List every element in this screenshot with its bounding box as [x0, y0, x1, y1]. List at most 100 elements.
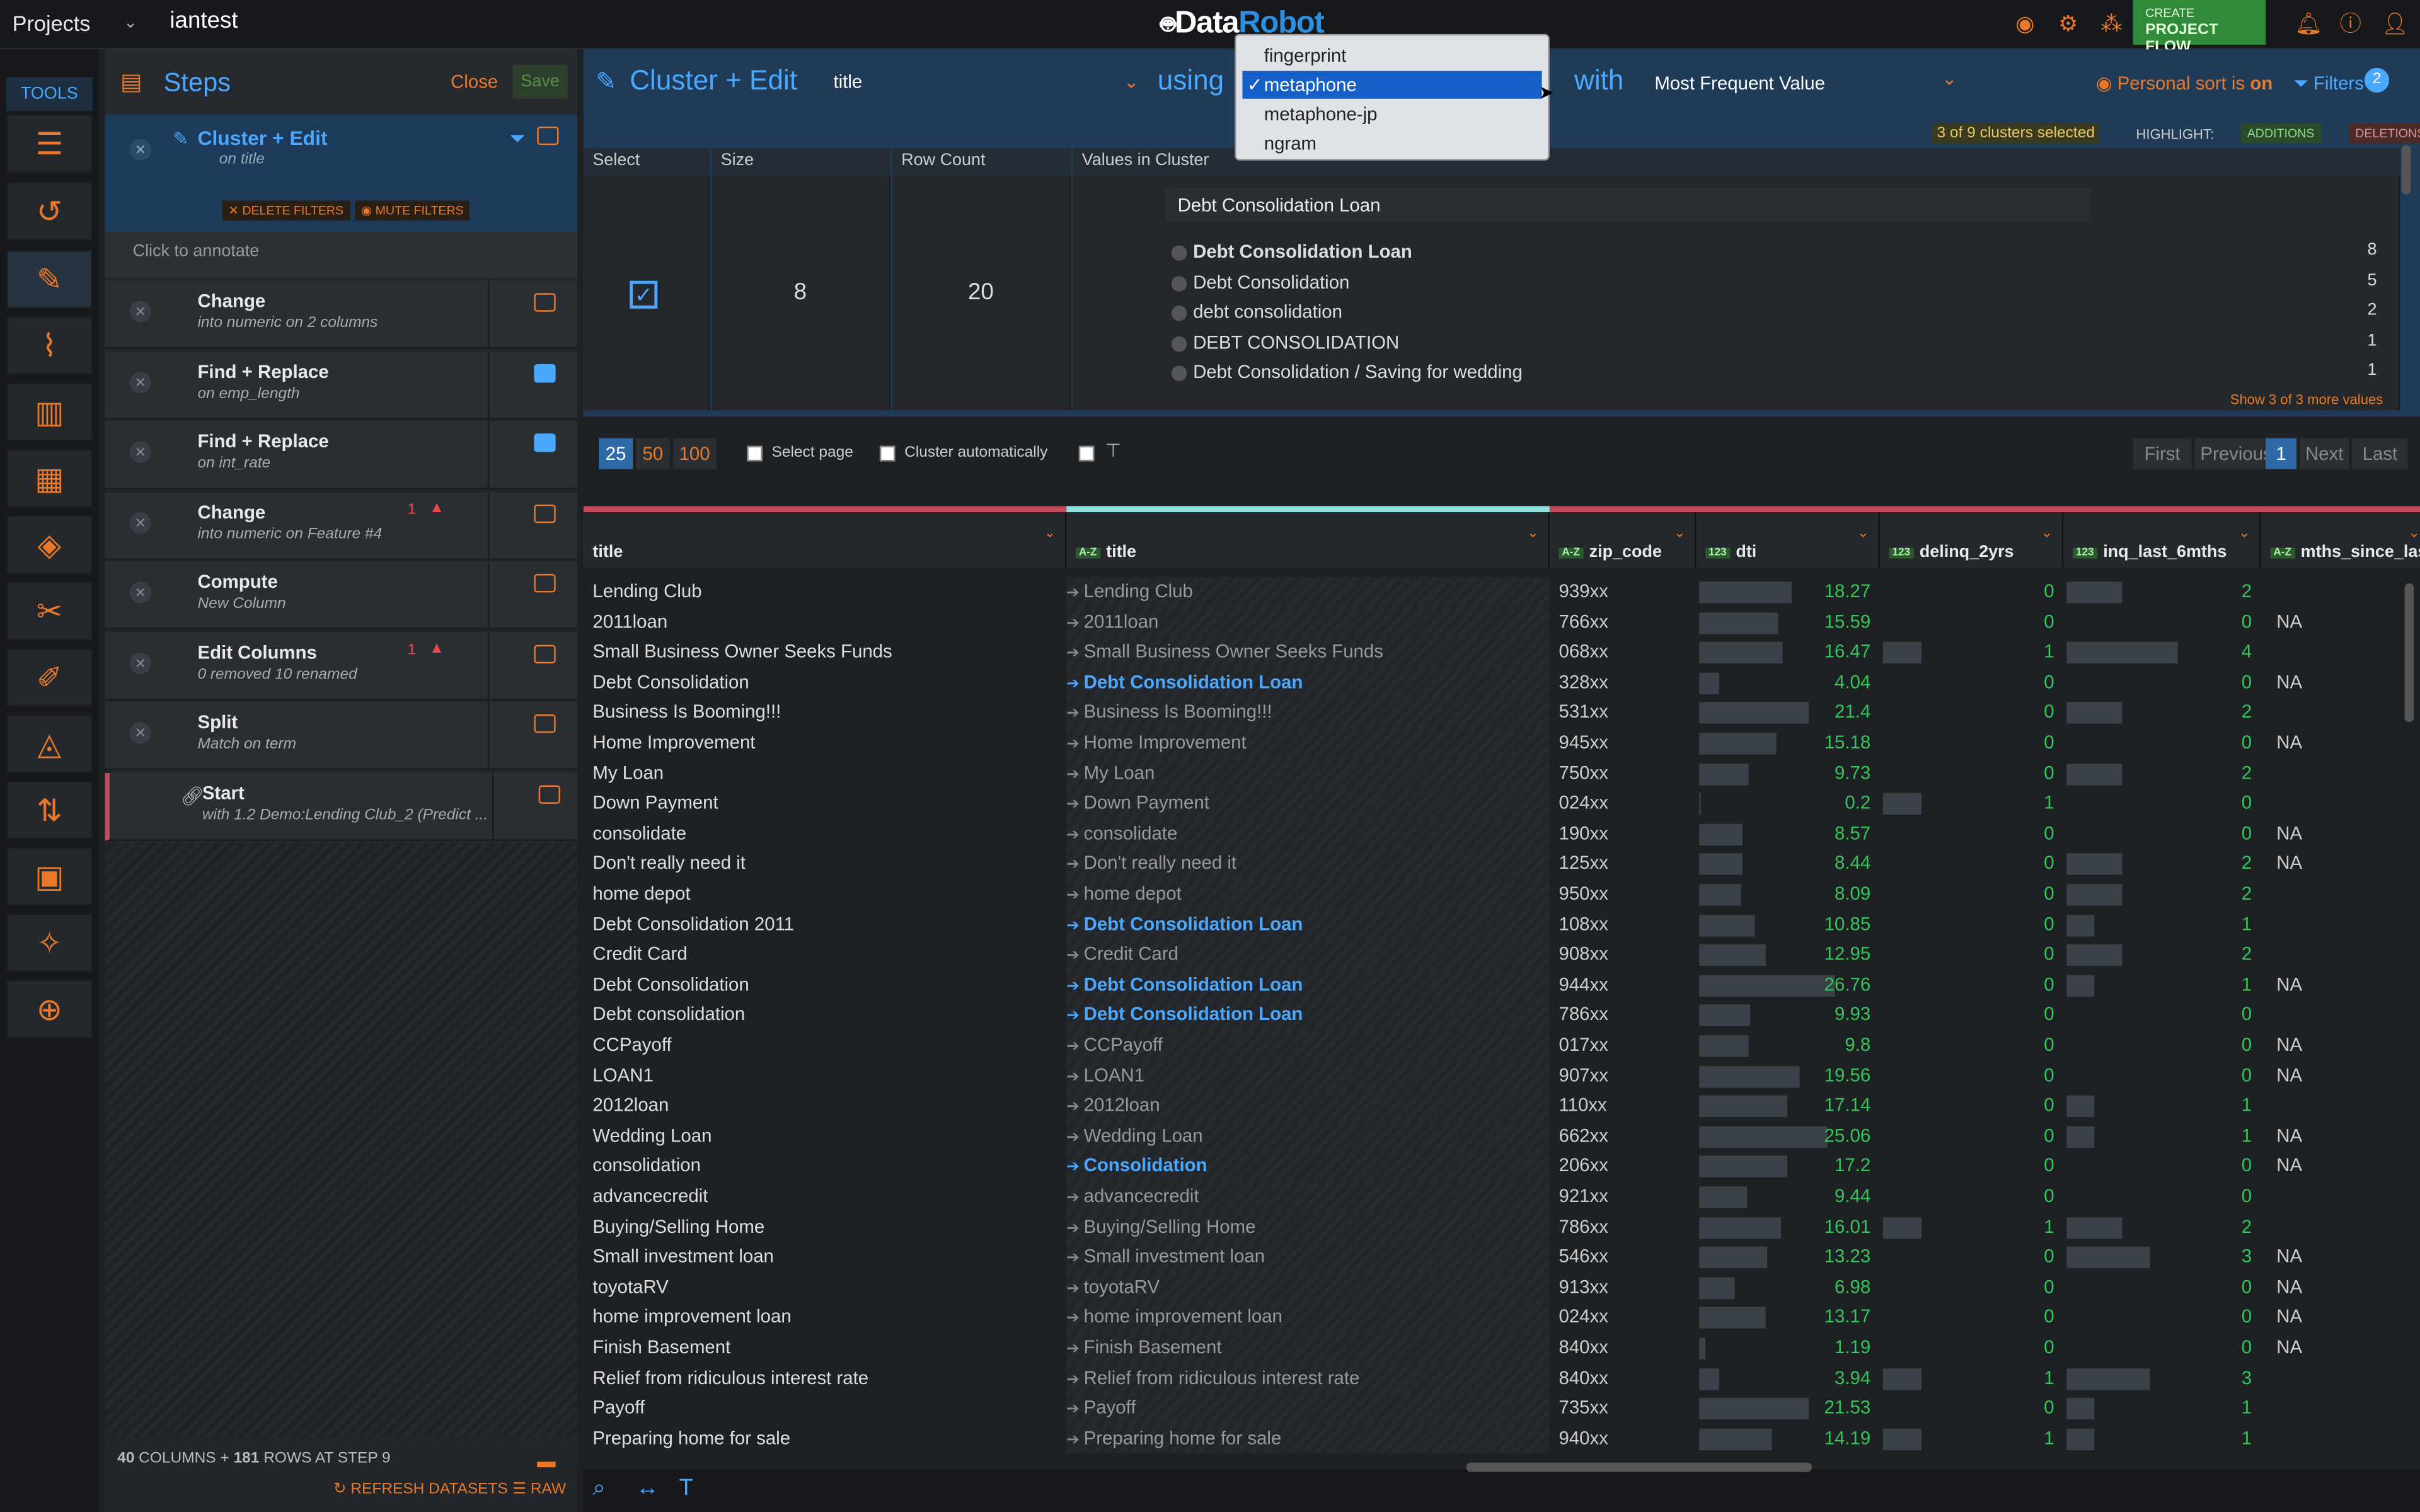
info-icon[interactable]: ⓘ	[2338, 11, 2363, 35]
table-cell[interactable]: 6.98	[1696, 1273, 1879, 1303]
gear-icon[interactable]: ⚙	[2056, 11, 2080, 35]
table-cell[interactable]: 1	[2063, 1121, 2261, 1152]
sort-icon[interactable]: ⇅	[6, 781, 93, 840]
table-cell[interactable]: 0	[1880, 1182, 2063, 1212]
page-size-25[interactable]: 25	[599, 438, 633, 469]
step-item[interactable]: ✕ Split Match on term	[105, 702, 577, 770]
annotate-field[interactable]: Click to annotate	[105, 231, 577, 278]
table-cell[interactable]: NA	[2261, 668, 2420, 698]
column-header[interactable]: A-Z zip_code ⌄	[1549, 512, 1697, 568]
table-cell[interactable]: 0	[1880, 1152, 2063, 1182]
active-step-cluster-edit[interactable]: ✕ ✎ Cluster + Edit on title ⏷ ✕ DELETE F…	[105, 114, 577, 278]
table-cell[interactable]: Finish Basement	[584, 1333, 1067, 1363]
column-header[interactable]: A-Z title ⌄	[1066, 512, 1550, 568]
table-cell[interactable]: 1	[2063, 970, 2261, 1000]
table-cell[interactable]: 0	[1880, 607, 2063, 638]
table-cell[interactable]: ➔ Consolidation	[1066, 1151, 1550, 1182]
table-cell[interactable]	[2261, 789, 2420, 819]
method-option[interactable]: ✓ metaphone	[1242, 71, 1542, 99]
refresh-datasets-button[interactable]: ↻ REFRESH DATASETS	[333, 1481, 508, 1498]
table-cell[interactable]: 0	[2063, 668, 2261, 698]
table-cell[interactable]: 1	[1880, 638, 2063, 668]
table-cell[interactable]: My Loan	[584, 759, 1067, 789]
table-cell[interactable]	[2261, 1091, 2420, 1121]
table-cell[interactable]: 328xx	[1550, 668, 1697, 698]
table-cell[interactable]: NA	[2261, 849, 2420, 879]
remove-step-icon[interactable]: ✕	[129, 511, 152, 534]
table-cell[interactable]	[2261, 759, 2420, 789]
user-icon[interactable]: 👤︎	[2382, 11, 2409, 35]
table-cell[interactable]: 0	[1880, 1273, 2063, 1303]
cluster-scrollbar[interactable]	[2401, 145, 2411, 195]
table-cell[interactable]: Home Improvement	[584, 728, 1067, 759]
table-cell[interactable]: 944xx	[1550, 970, 1697, 1000]
table-cell[interactable]: NA	[2261, 1031, 2420, 1061]
table-cell[interactable]: 17.14	[1696, 1091, 1879, 1121]
table-cell[interactable]: home improvement loan	[584, 1303, 1067, 1333]
calculator-icon[interactable]: ▦	[6, 449, 93, 508]
table-cell[interactable]: 0	[2063, 728, 2261, 759]
table-cell[interactable]: 786xx	[1550, 1212, 1697, 1242]
deletions-toggle[interactable]: DELETIONS	[2349, 123, 2420, 144]
table-cell[interactable]: consolidation	[584, 1152, 1067, 1182]
cluster-value[interactable]: DEBT CONSOLIDATION	[1193, 331, 1399, 353]
table-cell[interactable]	[2261, 1212, 2420, 1242]
steps-tool-icon[interactable]: ☰	[6, 114, 93, 173]
table-cell[interactable]: CCPayoff	[584, 1031, 1067, 1061]
step-item[interactable]: ✕ Find + Replace on emp_length	[105, 351, 577, 419]
table-cell[interactable]: NA	[2261, 1152, 2420, 1182]
cluster-value[interactable]: Debt Consolidation Loan	[1193, 241, 1412, 262]
chevron-down-icon[interactable]: ⌄	[1527, 525, 1538, 542]
mute-filters-button[interactable]: ◉ MUTE FILTERS	[355, 200, 470, 221]
table-cell[interactable]: ➔ Relief from ridiculous interest rate	[1066, 1363, 1550, 1394]
table-cell[interactable]: 2	[2063, 577, 2261, 607]
table-cell[interactable]: Credit Card	[584, 940, 1067, 970]
table-cell[interactable]: ➔ Small investment loan	[1066, 1242, 1550, 1273]
table-cell[interactable]: 1	[2063, 1091, 2261, 1121]
table-cell[interactable]: 2011loan	[584, 607, 1067, 638]
table-cell[interactable]: 0	[1880, 1031, 2063, 1061]
table-cell[interactable]: ➔ Buying/Selling Home	[1066, 1211, 1550, 1242]
close-button[interactable]: Close	[451, 71, 498, 93]
table-cell[interactable]: 766xx	[1550, 607, 1697, 638]
table-cell[interactable]	[2261, 1182, 2420, 1212]
table-cell[interactable]: ➔ toyotaRV	[1066, 1272, 1550, 1303]
table-cell[interactable]: 26.76	[1696, 970, 1879, 1000]
horizontal-scrollbar[interactable]	[1466, 1462, 1812, 1472]
comment-icon[interactable]	[534, 293, 556, 312]
step-item[interactable]: ✕ Compute New Column	[105, 561, 577, 630]
table-cell[interactable]: 0	[1880, 1000, 2063, 1031]
table-cell[interactable]: 024xx	[1550, 789, 1697, 819]
shapes-icon[interactable]: ◬	[6, 714, 93, 773]
table-cell[interactable]: 4	[2063, 638, 2261, 668]
table-cell[interactable]: 190xx	[1550, 819, 1697, 849]
column-header[interactable]: 123 dti ⌄	[1696, 512, 1880, 568]
table-cell[interactable]: 908xx	[1550, 940, 1697, 970]
table-cell[interactable]: Debt Consolidation	[584, 668, 1067, 698]
table-cell[interactable]: Buying/Selling Home	[584, 1212, 1067, 1242]
search-icon[interactable]: ⌕	[592, 1475, 606, 1501]
table-cell[interactable]: ➔ home improvement loan	[1066, 1302, 1550, 1333]
table-cell[interactable]: 125xx	[1550, 849, 1697, 879]
table-cell[interactable]: 0	[1880, 728, 2063, 759]
bell-icon[interactable]: 🔔︎	[2295, 11, 2323, 35]
first-page-button[interactable]: First	[2133, 438, 2192, 469]
table-cell[interactable]	[2261, 910, 2420, 940]
step-item[interactable]: ✕ Change into numeric on Feature #4 1 ▲	[105, 491, 577, 559]
table-cell[interactable]: Business Is Booming!!!	[584, 698, 1067, 728]
step-item[interactable]: ✕ Find + Replace on int_rate	[105, 421, 577, 490]
resize-icon[interactable]: ↔	[636, 1475, 659, 1501]
comment-icon[interactable]	[534, 714, 556, 733]
table-cell[interactable]: Relief from ridiculous interest rate	[584, 1363, 1067, 1394]
table-cell[interactable]: 945xx	[1550, 728, 1697, 759]
filter-icon[interactable]: ⏷	[509, 127, 525, 151]
table-cell[interactable]: ➔ Debt Consolidation Loan	[1066, 1000, 1550, 1031]
select-page-checkbox[interactable]	[747, 445, 763, 462]
step-item[interactable]: ✕ Edit Columns 0 removed 10 renamed 1 ▲	[105, 631, 577, 700]
table-cell[interactable]: 2	[2063, 759, 2261, 789]
table-cell[interactable]: NA	[2261, 1303, 2420, 1333]
table-cell[interactable]: ➔ Preparing home for sale	[1066, 1423, 1550, 1454]
chevron-down-icon[interactable]: ⌄	[1044, 525, 1056, 542]
table-cell[interactable]: 1	[1880, 1212, 2063, 1242]
comment-icon[interactable]	[534, 363, 556, 382]
